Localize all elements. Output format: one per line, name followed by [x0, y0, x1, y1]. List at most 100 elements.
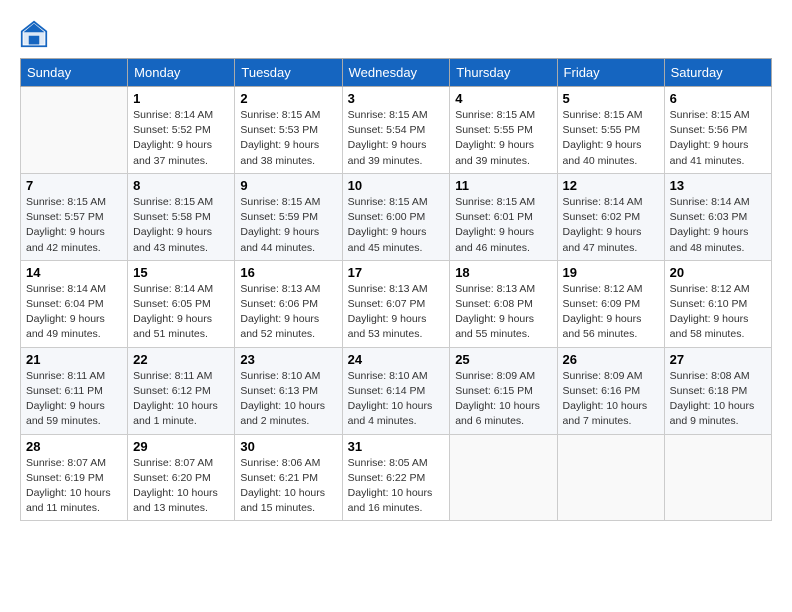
calendar-day-cell: 1 Sunrise: 8:14 AMSunset: 5:52 PMDaylight… — [128, 87, 235, 174]
calendar-day-cell: 7 Sunrise: 8:15 AMSunset: 5:57 PMDaylight… — [21, 173, 128, 260]
day-info: Sunrise: 8:15 AMSunset: 6:01 PMDaylight:… — [455, 195, 551, 256]
day-number: 6 — [670, 91, 766, 106]
calendar-day-cell: 30 Sunrise: 8:06 AMSunset: 6:21 PMDayligh… — [235, 434, 342, 521]
calendar-day-cell: 3 Sunrise: 8:15 AMSunset: 5:54 PMDaylight… — [342, 87, 450, 174]
day-number: 24 — [348, 352, 445, 367]
day-number: 27 — [670, 352, 766, 367]
calendar-day-cell — [21, 87, 128, 174]
calendar-day-cell: 21Sunrise: 8:11 AMSunset: 6:11 PMDayligh… — [21, 347, 128, 434]
day-info: Sunrise: 8:11 AMSunset: 6:12 PMDaylight:… — [133, 369, 229, 430]
day-number: 22 — [133, 352, 229, 367]
day-number: 7 — [26, 178, 122, 193]
day-info: Sunrise: 8:15 AMSunset: 5:55 PMDaylight:… — [563, 108, 659, 169]
day-number: 17 — [348, 265, 445, 280]
day-info: Sunrise: 8:06 AMSunset: 6:21 PMDaylight:… — [240, 456, 336, 517]
calendar-day-cell: 14 Sunrise: 8:14 AMSunset: 6:04 PMDayligh… — [21, 260, 128, 347]
day-number: 15 — [133, 265, 229, 280]
weekday-header-sunday: Sunday — [21, 59, 128, 87]
calendar-day-cell — [450, 434, 557, 521]
day-info: Sunrise: 8:14 AMSunset: 5:52 PMDaylight:… — [133, 108, 229, 169]
day-info: Sunrise: 8:12 AMSunset: 6:09 PMDaylight:… — [563, 282, 659, 343]
calendar-day-cell: 19 Sunrise: 8:12 AMSunset: 6:09 PMDayligh… — [557, 260, 664, 347]
day-info: Sunrise: 8:07 AMSunset: 6:20 PMDaylight:… — [133, 456, 229, 517]
page-header — [20, 20, 772, 48]
day-info: Sunrise: 8:15 AMSunset: 5:55 PMDaylight:… — [455, 108, 551, 169]
calendar-day-cell: 25 Sunrise: 8:09 AMSunset: 6:15 PMDayligh… — [450, 347, 557, 434]
day-number: 14 — [26, 265, 122, 280]
day-number: 1 — [133, 91, 229, 106]
calendar-day-cell — [557, 434, 664, 521]
calendar-day-cell: 16 Sunrise: 8:13 AMSunset: 6:06 PMDayligh… — [235, 260, 342, 347]
day-number: 18 — [455, 265, 551, 280]
weekday-header-tuesday: Tuesday — [235, 59, 342, 87]
day-info: Sunrise: 8:12 AMSunset: 6:10 PMDaylight:… — [670, 282, 766, 343]
calendar-header-row: SundayMondayTuesdayWednesdayThursdayFrid… — [21, 59, 772, 87]
calendar-day-cell: 4 Sunrise: 8:15 AMSunset: 5:55 PMDaylight… — [450, 87, 557, 174]
day-info: Sunrise: 8:14 AMSunset: 6:03 PMDaylight:… — [670, 195, 766, 256]
day-info: Sunrise: 8:15 AMSunset: 5:54 PMDaylight:… — [348, 108, 445, 169]
logo — [20, 20, 52, 48]
weekday-header-monday: Monday — [128, 59, 235, 87]
day-info: Sunrise: 8:15 AMSunset: 5:53 PMDaylight:… — [240, 108, 336, 169]
calendar-week-row: 14 Sunrise: 8:14 AMSunset: 6:04 PMDayligh… — [21, 260, 772, 347]
day-info: Sunrise: 8:09 AMSunset: 6:15 PMDaylight:… — [455, 369, 551, 430]
day-info: Sunrise: 8:09 AMSunset: 6:16 PMDaylight:… — [563, 369, 659, 430]
day-number: 13 — [670, 178, 766, 193]
day-info: Sunrise: 8:15 AMSunset: 5:59 PMDaylight:… — [240, 195, 336, 256]
day-number: 8 — [133, 178, 229, 193]
day-number: 11 — [455, 178, 551, 193]
calendar-day-cell: 13 Sunrise: 8:14 AMSunset: 6:03 PMDayligh… — [664, 173, 771, 260]
calendar-week-row: 21Sunrise: 8:11 AMSunset: 6:11 PMDayligh… — [21, 347, 772, 434]
calendar-day-cell: 5 Sunrise: 8:15 AMSunset: 5:55 PMDaylight… — [557, 87, 664, 174]
day-number: 2 — [240, 91, 336, 106]
day-number: 12 — [563, 178, 659, 193]
calendar-day-cell: 24 Sunrise: 8:10 AMSunset: 6:14 PMDayligh… — [342, 347, 450, 434]
day-number: 26 — [563, 352, 659, 367]
day-number: 31 — [348, 439, 445, 454]
day-info: Sunrise: 8:08 AMSunset: 6:18 PMDaylight:… — [670, 369, 766, 430]
day-info: Sunrise: 8:11 AMSunset: 6:11 PMDaylight:… — [26, 369, 122, 430]
day-info: Sunrise: 8:15 AMSunset: 6:00 PMDaylight:… — [348, 195, 445, 256]
calendar-day-cell: 9 Sunrise: 8:15 AMSunset: 5:59 PMDaylight… — [235, 173, 342, 260]
day-number: 30 — [240, 439, 336, 454]
day-number: 23 — [240, 352, 336, 367]
day-info: Sunrise: 8:14 AMSunset: 6:05 PMDaylight:… — [133, 282, 229, 343]
weekday-header-thursday: Thursday — [450, 59, 557, 87]
calendar-day-cell — [664, 434, 771, 521]
logo-icon — [20, 20, 48, 48]
calendar-day-cell: 15 Sunrise: 8:14 AMSunset: 6:05 PMDayligh… — [128, 260, 235, 347]
calendar-day-cell: 20 Sunrise: 8:12 AMSunset: 6:10 PMDayligh… — [664, 260, 771, 347]
calendar-day-cell: 26 Sunrise: 8:09 AMSunset: 6:16 PMDayligh… — [557, 347, 664, 434]
day-number: 25 — [455, 352, 551, 367]
day-number: 5 — [563, 91, 659, 106]
calendar-week-row: 7 Sunrise: 8:15 AMSunset: 5:57 PMDaylight… — [21, 173, 772, 260]
day-number: 20 — [670, 265, 766, 280]
day-info: Sunrise: 8:15 AMSunset: 5:58 PMDaylight:… — [133, 195, 229, 256]
day-info: Sunrise: 8:15 AMSunset: 5:56 PMDaylight:… — [670, 108, 766, 169]
weekday-header-friday: Friday — [557, 59, 664, 87]
day-info: Sunrise: 8:15 AMSunset: 5:57 PMDaylight:… — [26, 195, 122, 256]
weekday-header-wednesday: Wednesday — [342, 59, 450, 87]
weekday-header-saturday: Saturday — [664, 59, 771, 87]
day-number: 3 — [348, 91, 445, 106]
day-info: Sunrise: 8:05 AMSunset: 6:22 PMDaylight:… — [348, 456, 445, 517]
day-number: 4 — [455, 91, 551, 106]
calendar-day-cell: 2 Sunrise: 8:15 AMSunset: 5:53 PMDaylight… — [235, 87, 342, 174]
calendar-day-cell: 29 Sunrise: 8:07 AMSunset: 6:20 PMDayligh… — [128, 434, 235, 521]
day-info: Sunrise: 8:13 AMSunset: 6:06 PMDaylight:… — [240, 282, 336, 343]
calendar-week-row: 28 Sunrise: 8:07 AMSunset: 6:19 PMDayligh… — [21, 434, 772, 521]
day-number: 9 — [240, 178, 336, 193]
day-info: Sunrise: 8:07 AMSunset: 6:19 PMDaylight:… — [26, 456, 122, 517]
day-info: Sunrise: 8:13 AMSunset: 6:07 PMDaylight:… — [348, 282, 445, 343]
calendar-week-row: 1 Sunrise: 8:14 AMSunset: 5:52 PMDaylight… — [21, 87, 772, 174]
day-number: 29 — [133, 439, 229, 454]
calendar-day-cell: 23Sunrise: 8:10 AMSunset: 6:13 PMDayligh… — [235, 347, 342, 434]
calendar-day-cell: 11 Sunrise: 8:15 AMSunset: 6:01 PMDayligh… — [450, 173, 557, 260]
day-number: 28 — [26, 439, 122, 454]
day-number: 16 — [240, 265, 336, 280]
day-info: Sunrise: 8:10 AMSunset: 6:14 PMDaylight:… — [348, 369, 445, 430]
day-number: 19 — [563, 265, 659, 280]
calendar-day-cell: 18Sunrise: 8:13 AMSunset: 6:08 PMDayligh… — [450, 260, 557, 347]
calendar-day-cell: 28 Sunrise: 8:07 AMSunset: 6:19 PMDayligh… — [21, 434, 128, 521]
day-info: Sunrise: 8:14 AMSunset: 6:04 PMDaylight:… — [26, 282, 122, 343]
